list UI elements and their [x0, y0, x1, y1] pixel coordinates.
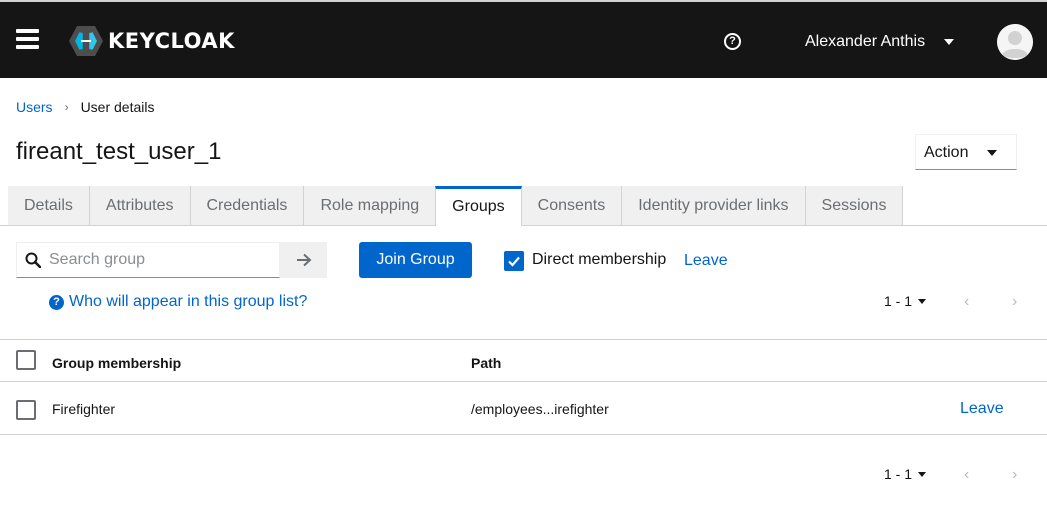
pagination-count-toggle[interactable]: 1 - 1 [884, 293, 912, 309]
join-group-button[interactable]: Join Group [359, 242, 472, 278]
group-name-cell: Firefighter [52, 401, 116, 417]
search-group-input[interactable] [49, 243, 277, 277]
row-leave-button[interactable]: Leave [960, 400, 1004, 418]
caret-down-icon[interactable] [918, 299, 926, 304]
breadcrumb-users-link[interactable]: Users [16, 99, 53, 115]
search-icon [25, 252, 41, 268]
leave-button[interactable]: Leave [684, 252, 728, 270]
table-top-border [0, 339, 1047, 340]
check-icon [508, 256, 520, 267]
masthead: KEYCLOAK ? Alexander Anthis [0, 0, 1047, 78]
row-select-checkbox[interactable] [16, 400, 36, 420]
chevron-right-icon: › [64, 100, 69, 114]
pagination-count-toggle[interactable]: 1 - 1 [884, 466, 912, 482]
caret-down-icon [987, 150, 997, 156]
tab-groups[interactable]: Groups [435, 186, 522, 226]
action-dropdown-label: Action [924, 144, 969, 161]
brand-name: KEYCLOAK [108, 29, 235, 53]
group-path-cell: /employees...irefighter [471, 401, 609, 417]
select-all-checkbox[interactable] [16, 350, 36, 370]
tab-consents[interactable]: Consents [521, 186, 623, 226]
pagination-top: 1 - 1 ‹ › [884, 293, 1034, 313]
action-dropdown[interactable]: Action [915, 134, 1017, 170]
previous-page-button[interactable]: ‹ [964, 293, 969, 311]
tab-bar: Details Attributes Credentials Role mapp… [8, 186, 904, 226]
tab-attributes[interactable]: Attributes [89, 186, 191, 226]
tab-credentials[interactable]: Credentials [190, 186, 305, 226]
help-link-text: Who will appear in this group list? [69, 293, 308, 310]
tab-details[interactable]: Details [8, 186, 90, 226]
column-header-group-membership: Group membership [52, 355, 182, 371]
table-header-divider [0, 381, 1047, 382]
arrow-right-icon [296, 253, 311, 267]
page-title: fireant_test_user_1 [16, 138, 222, 165]
tab-sessions[interactable]: Sessions [805, 186, 904, 226]
help-icon[interactable]: ? [724, 33, 741, 50]
breadcrumb: Users › User details [16, 99, 154, 115]
tab-identity-provider-links[interactable]: Identity provider links [622, 186, 806, 226]
next-page-button[interactable]: › [1012, 293, 1017, 311]
caret-down-icon[interactable] [918, 472, 926, 477]
keycloak-logo[interactable]: KEYCLOAK [68, 24, 235, 58]
question-circle-icon: ? [49, 294, 64, 310]
menu-toggle-button[interactable] [16, 29, 39, 51]
direct-membership-checkbox[interactable] [504, 251, 524, 271]
avatar[interactable] [997, 24, 1033, 60]
pagination-bottom: 1 - 1 ‹ › [884, 466, 1034, 486]
group-list-help-link[interactable]: ? Who will appear in this group list? [49, 293, 307, 311]
table-bottom-border [0, 434, 1047, 435]
user-menu-toggle[interactable]: Alexander Anthis [805, 33, 925, 51]
caret-down-icon[interactable] [944, 39, 954, 45]
column-header-path: Path [471, 355, 502, 371]
tab-role-mapping[interactable]: Role mapping [304, 186, 437, 226]
avatar-icon [997, 24, 1033, 60]
search-group-field [16, 242, 280, 278]
previous-page-button[interactable]: ‹ [964, 466, 969, 484]
direct-membership-label[interactable]: Direct membership [532, 251, 666, 269]
search-submit-button[interactable] [280, 242, 327, 278]
keycloak-logo-icon [69, 26, 103, 56]
next-page-button[interactable]: › [1012, 466, 1017, 484]
breadcrumb-current: User details [80, 99, 155, 115]
